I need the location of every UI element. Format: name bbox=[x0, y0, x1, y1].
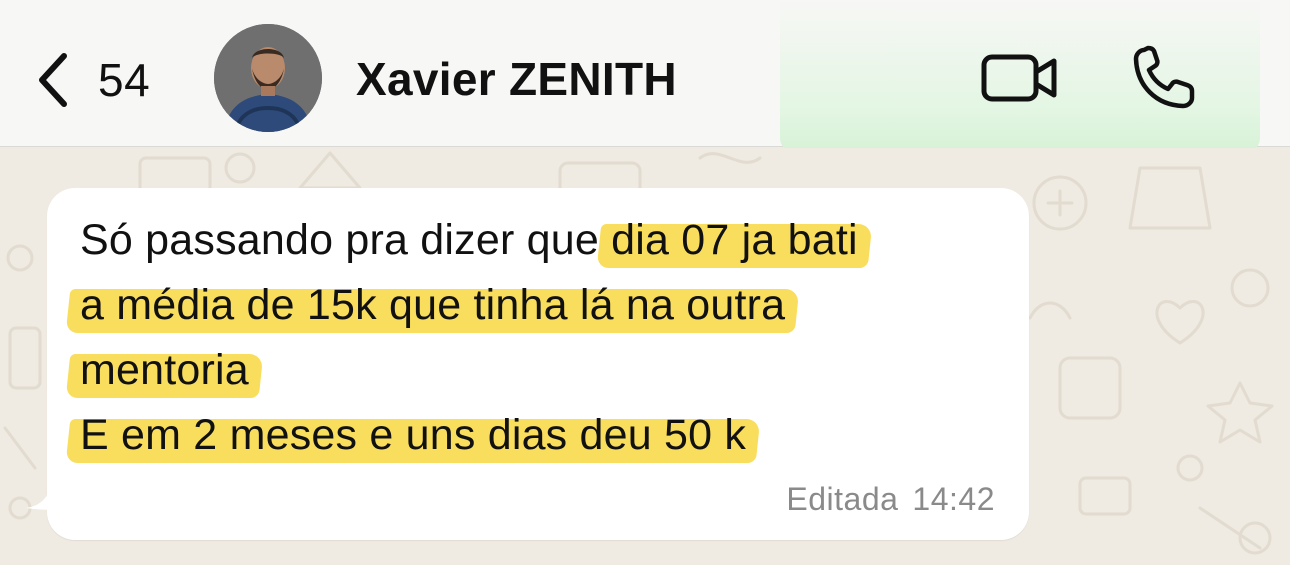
unread-count: 54 bbox=[98, 54, 151, 106]
phone-icon bbox=[1133, 45, 1195, 109]
chat-header: 54 Xavier ZENITH bbox=[0, 0, 1290, 152]
chat-area: Só passando pra dizer que dia 07 ja bati… bbox=[0, 148, 1290, 565]
message-bubble[interactable]: Só passando pra dizer que dia 07 ja bati… bbox=[47, 188, 1029, 540]
message-text-plain: Só passando pra dizer que bbox=[80, 216, 612, 264]
profile-photo bbox=[214, 24, 322, 132]
back-button[interactable]: 54 bbox=[30, 48, 180, 112]
video-call-button[interactable] bbox=[978, 46, 1062, 110]
message-line-1: Só passando pra dizer que dia 07 ja bati bbox=[80, 216, 858, 265]
avatar[interactable] bbox=[214, 24, 322, 132]
message-line-4: E em 2 meses e uns dias deu 50 k bbox=[80, 411, 746, 460]
chevron-left-icon bbox=[39, 53, 67, 107]
voice-call-button[interactable] bbox=[1128, 42, 1200, 114]
message-text-highlighted: a média de 15k que tinha lá na outra bbox=[80, 281, 786, 329]
contact-name[interactable]: Xavier ZENITH bbox=[356, 52, 677, 106]
message-line-3: mentoria bbox=[80, 346, 249, 395]
bubble-tail bbox=[26, 484, 66, 510]
message-time: 14:42 bbox=[912, 481, 995, 517]
message-text-highlighted: mentoria bbox=[80, 346, 249, 394]
video-camera-icon bbox=[981, 54, 1057, 102]
message-text-highlighted: dia 07 ja bati bbox=[611, 216, 858, 264]
message-meta: Editada 14:42 bbox=[786, 481, 995, 518]
message-text-highlighted: E em 2 meses e uns dias deu 50 k bbox=[80, 411, 747, 459]
message-line-2: a média de 15k que tinha lá na outra bbox=[80, 281, 785, 330]
edited-label: Editada bbox=[786, 481, 899, 517]
